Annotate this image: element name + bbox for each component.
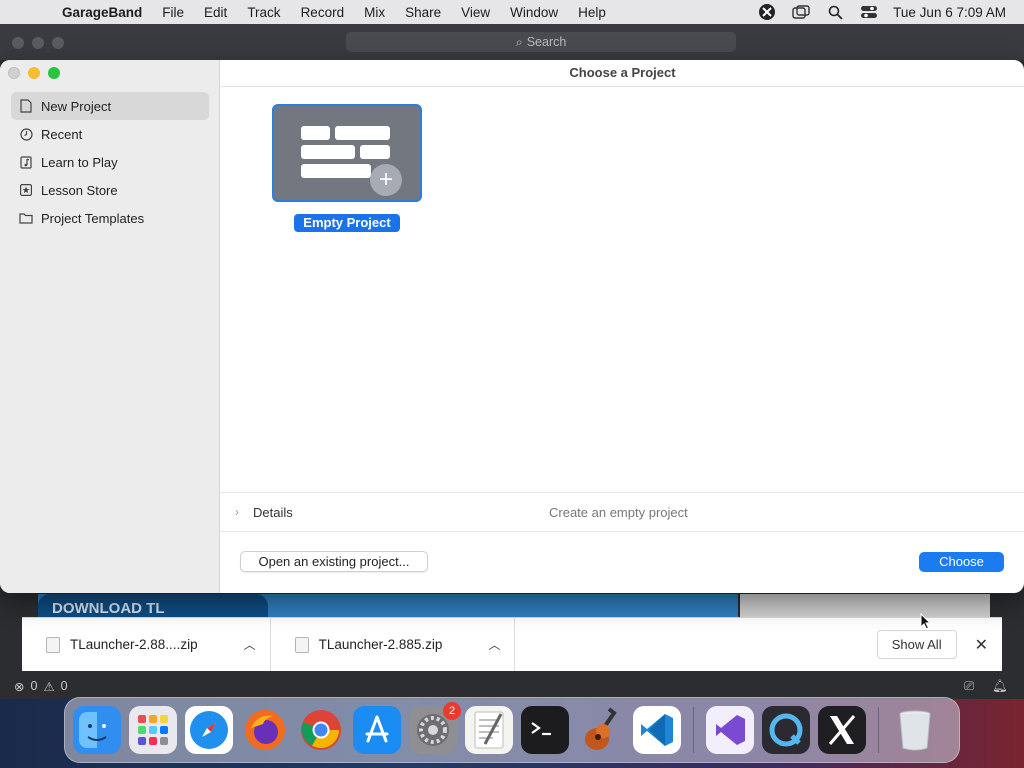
details-description: Create an empty project xyxy=(549,504,688,520)
textedit-icon[interactable] xyxy=(465,706,513,754)
zoom-window-button[interactable] xyxy=(48,67,60,79)
chevron-up-icon[interactable]: ︿ xyxy=(488,636,500,653)
sidebar-item-label: Project Templates xyxy=(41,210,145,226)
music-note-icon xyxy=(19,155,33,169)
menu-app-name[interactable]: GarageBand xyxy=(52,5,152,20)
dock: 2 xyxy=(64,697,960,763)
plus-icon: + xyxy=(370,164,402,196)
show-all-button[interactable]: Show All xyxy=(876,630,957,659)
window-switch-icon[interactable] xyxy=(791,4,811,20)
system-settings-icon[interactable]: 2 xyxy=(409,702,461,754)
vscode-icon[interactable] xyxy=(633,706,681,754)
trash-icon[interactable] xyxy=(891,706,939,754)
download-item[interactable]: TLauncher-2.88....zip ︿ xyxy=(22,618,271,671)
menu-help[interactable]: Help xyxy=(568,5,616,20)
menu-file[interactable]: File xyxy=(152,5,194,20)
download-item[interactable]: TLauncher-2.885.zip ︿ xyxy=(271,618,516,671)
tile-bar xyxy=(301,145,355,159)
minimize-window-button[interactable] xyxy=(28,67,40,79)
tile-bar xyxy=(360,145,390,159)
error-icon: ⊗ xyxy=(14,679,25,694)
dialog-title: Choose a Project xyxy=(221,60,1024,87)
control-center-icon[interactable] xyxy=(859,4,879,20)
menu-track[interactable]: Track xyxy=(237,5,290,20)
sidebar: New Project Recent Learn to Play Lesson … xyxy=(0,60,220,593)
sidebar-list: New Project Recent Learn to Play Lesson … xyxy=(11,92,209,232)
x-status-icon[interactable] xyxy=(757,4,777,20)
visual-studio-icon[interactable] xyxy=(706,706,754,754)
empty-project-label[interactable]: Empty Project xyxy=(294,214,400,232)
background-window-controls xyxy=(12,37,64,49)
spotlight-search-icon[interactable] xyxy=(825,4,845,20)
status-area: Tue Jun 6 7:09 AM xyxy=(757,4,1024,20)
document-icon xyxy=(19,99,33,113)
sidebar-item-project-templates[interactable]: Project Templates xyxy=(11,204,209,232)
background-search-field[interactable]: ⌕ Search xyxy=(346,32,736,52)
menu-bar: GarageBand File Edit Track Record Mix Sh… xyxy=(0,0,1024,24)
app-store-icon[interactable] xyxy=(353,706,401,754)
menu-window[interactable]: Window xyxy=(500,5,568,20)
folder-icon xyxy=(19,211,33,225)
error-count: 0 xyxy=(30,679,38,693)
choose-project-dialog: New Project Recent Learn to Play Lesson … xyxy=(0,60,1024,593)
sidebar-item-recent[interactable]: Recent xyxy=(11,120,209,148)
mouse-cursor xyxy=(920,612,932,634)
star-icon xyxy=(19,183,33,197)
details-label[interactable]: Details xyxy=(253,505,293,520)
warning-icon: ⚠ xyxy=(43,679,55,694)
status-right-icons: ⎚ 🔔︎ xyxy=(964,679,1024,694)
launchpad-icon[interactable] xyxy=(129,706,177,754)
file-icon xyxy=(46,636,60,653)
window-controls xyxy=(8,67,60,79)
bell-icon[interactable]: 🔔︎ xyxy=(992,679,1008,694)
download-filename: TLauncher-2.88....zip xyxy=(70,637,198,652)
garageband-icon[interactable] xyxy=(577,706,625,754)
safari-icon[interactable] xyxy=(185,706,233,754)
warning-count: 0 xyxy=(60,679,68,693)
firefox-icon[interactable] xyxy=(241,706,289,754)
download-filename: TLauncher-2.885.zip xyxy=(318,637,443,652)
dock-separator xyxy=(693,707,694,753)
menu-share[interactable]: Share xyxy=(395,5,451,20)
background-search-placeholder: Search xyxy=(526,35,567,49)
empty-project-tile[interactable]: + xyxy=(272,104,422,202)
menu-record[interactable]: Record xyxy=(291,5,355,20)
sidebar-item-new-project[interactable]: New Project xyxy=(11,92,209,120)
menu-edit[interactable]: Edit xyxy=(194,5,237,20)
file-icon xyxy=(294,636,309,653)
finder-icon[interactable] xyxy=(73,706,121,754)
details-row: › Details Create an empty project xyxy=(221,492,1024,532)
choose-button[interactable]: Choose xyxy=(919,552,1004,572)
menu-mix[interactable]: Mix xyxy=(354,5,395,20)
sidebar-item-label: Learn to Play xyxy=(41,154,118,170)
chrome-icon[interactable] xyxy=(297,706,345,754)
tile-bar xyxy=(301,126,330,140)
sidebar-item-label: New Project xyxy=(41,98,112,114)
chevron-up-icon[interactable]: ︿ xyxy=(244,636,256,653)
downloads-bar: TLauncher-2.88....zip ︿ TLauncher-2.885.… xyxy=(22,617,1002,671)
sidebar-item-lesson-store[interactable]: Lesson Store xyxy=(11,176,209,204)
sidebar-item-label: Lesson Store xyxy=(41,182,118,198)
tile-bar xyxy=(301,164,371,178)
tile-bar xyxy=(335,126,390,140)
background-titlebar: ⌕ Search xyxy=(0,24,1024,60)
notification-badge: 2 xyxy=(443,702,461,720)
sidebar-item-label: Recent xyxy=(41,126,83,142)
sidebar-item-learn-to-play[interactable]: Learn to Play xyxy=(11,148,209,176)
feedback-icon[interactable]: ⎚ xyxy=(964,679,974,694)
close-window-button[interactable] xyxy=(8,67,20,79)
main-panel: Choose a Project + Empty Project › Detai… xyxy=(221,60,1024,593)
search-icon: ⌕ xyxy=(515,34,523,49)
terminal-icon[interactable] xyxy=(521,706,569,754)
quicktime-icon[interactable] xyxy=(762,706,810,754)
chevron-right-icon[interactable]: › xyxy=(235,505,247,519)
x-app-icon[interactable] xyxy=(818,706,866,754)
dock-separator xyxy=(878,707,879,753)
status-bar: ⊗ 0 ⚠ 0 ⎚ 🔔︎ xyxy=(0,676,1024,696)
open-existing-project-button[interactable]: Open an existing project... xyxy=(240,551,428,572)
clock-icon xyxy=(19,127,33,141)
menu-view[interactable]: View xyxy=(451,5,500,20)
close-icon[interactable]: ✕ xyxy=(975,635,988,655)
menu-datetime[interactable]: Tue Jun 6 7:09 AM xyxy=(893,5,1006,20)
